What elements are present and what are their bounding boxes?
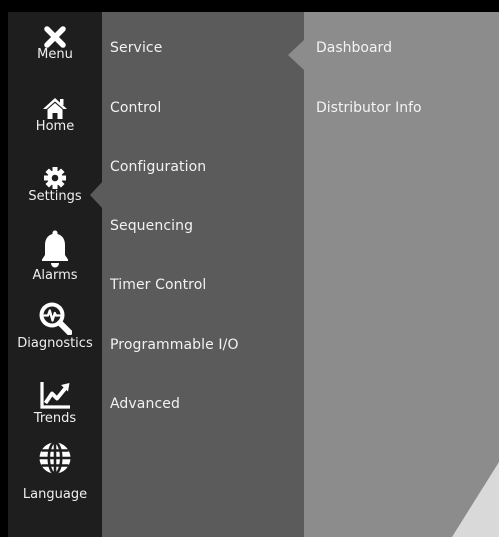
rail-item-label: Trends — [33, 411, 77, 426]
rail-item-label: Menu — [37, 47, 73, 62]
icon-rail: Menu Home Settings Alarms Diagnostics Tr… — [8, 12, 104, 537]
gear-icon — [44, 167, 66, 189]
rail-item-label: Settings — [28, 189, 82, 204]
rail-item-home[interactable]: Home — [8, 96, 102, 134]
rail-item-menu[interactable]: Menu — [8, 26, 102, 62]
selected-item-pointer — [288, 40, 304, 70]
trend-chart-icon — [40, 382, 70, 409]
home-icon — [43, 98, 67, 119]
globe-icon — [39, 441, 71, 475]
rail-item-settings[interactable]: Settings — [8, 166, 102, 204]
category-menu: Service Control Configuration Sequencing… — [102, 12, 304, 537]
menu-item-service[interactable]: Service — [110, 40, 162, 56]
menu-item-sequencing[interactable]: Sequencing — [110, 218, 193, 234]
menu-item-programmable-io[interactable]: Programmable I/O — [110, 337, 239, 353]
decorative-corner-wedge — [452, 462, 499, 537]
rail-item-alarms[interactable]: Alarms — [8, 229, 102, 283]
submenu-item-distributor-info[interactable]: Distributor Info — [316, 100, 422, 116]
menu-item-advanced[interactable]: Advanced — [110, 396, 180, 412]
bell-icon — [42, 230, 68, 268]
menu-item-timer-control[interactable]: Timer Control — [110, 277, 206, 293]
diagnostics-magnifier-icon — [39, 302, 72, 335]
submenu-panel: Dashboard Distributor Info — [304, 12, 499, 537]
rail-item-diagnostics[interactable]: Diagnostics — [8, 301, 102, 351]
menu-item-configuration[interactable]: Configuration — [110, 159, 206, 175]
menu-item-control[interactable]: Control — [110, 100, 161, 116]
submenu-item-dashboard[interactable]: Dashboard — [316, 40, 392, 56]
rail-item-label: Language — [22, 487, 88, 502]
close-icon — [44, 26, 66, 48]
rail-item-label: Home — [35, 119, 75, 134]
rail-item-label: Diagnostics — [17, 336, 93, 351]
rail-item-trends[interactable]: Trends — [8, 380, 102, 426]
app-window: Menu Home Settings Alarms Diagnostics Tr… — [0, 0, 499, 537]
rail-item-language[interactable]: Language — [8, 440, 102, 502]
rail-item-label: Alarms — [32, 268, 78, 283]
